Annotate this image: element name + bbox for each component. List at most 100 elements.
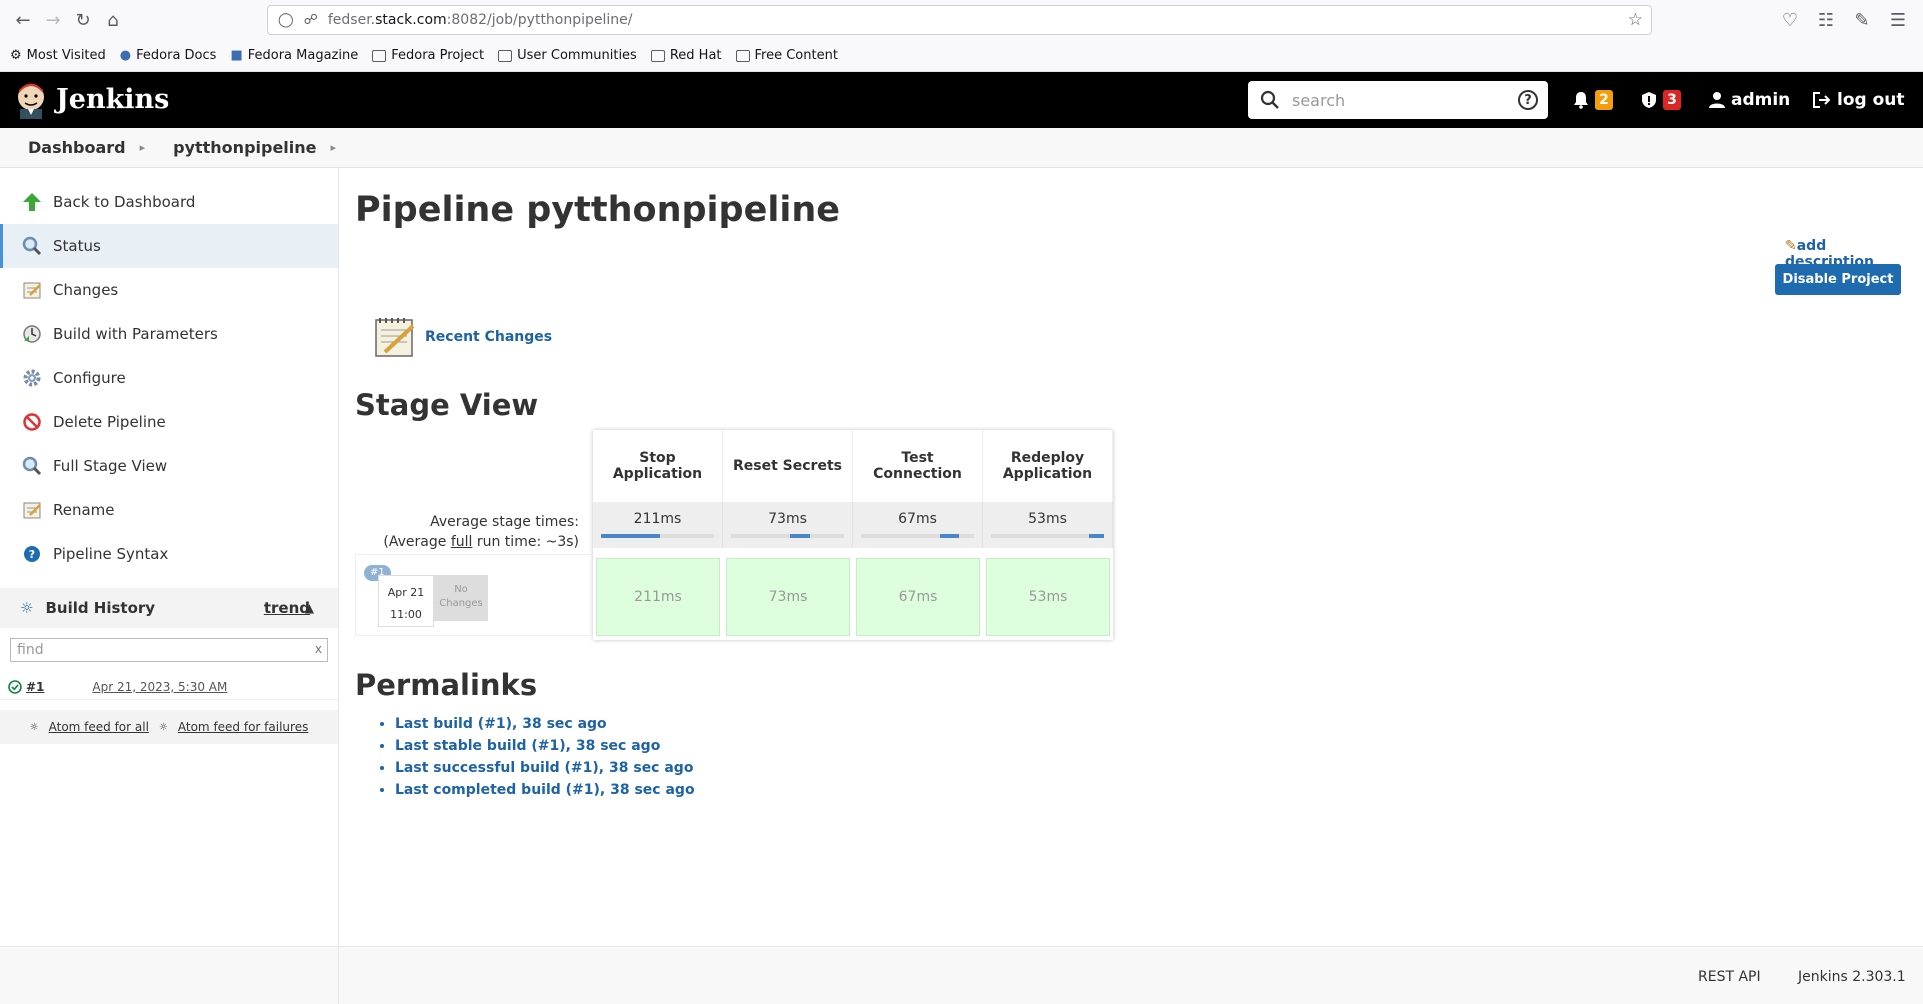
jenkins-header: Jenkins search ? 2 3 admin log out — [0, 72, 1923, 128]
recent-changes-link[interactable]: Recent Changes — [425, 329, 552, 345]
stage-progress-fill — [1089, 534, 1104, 538]
sidebar-item-configure[interactable]: Configure — [0, 356, 338, 400]
success-check-icon — [8, 679, 22, 694]
stage-run-cell[interactable]: 53ms — [986, 558, 1110, 636]
bookmark-fedora-magazine[interactable]: ■ Fedora Magazine — [230, 48, 358, 63]
url-host: stack.com — [375, 12, 447, 28]
average-stage-times-text: Average stage times: — [430, 514, 579, 530]
browser-toolbar: ← → ↻ ⌂ ◯ ☍ fedser. stack.com:8082/job/py… — [0, 0, 1923, 40]
trend-link[interactable]: trend — [264, 599, 310, 617]
clear-filter-button[interactable]: x — [315, 642, 322, 656]
library-icon[interactable]: ☷ — [1811, 5, 1841, 35]
sidebar-item-status[interactable]: Status — [0, 224, 338, 268]
sidebar-item-full-stage-view[interactable]: Full Stage View — [0, 444, 338, 488]
stage-column: Reset Secrets 73ms — [723, 430, 853, 548]
extensions-icon[interactable]: ✎ — [1847, 5, 1877, 35]
jenkins-version-link[interactable]: Jenkins 2.303.1 — [1798, 969, 1906, 985]
build-number-link[interactable]: #1 — [26, 680, 44, 694]
run-label[interactable]: #1 Apr 21 11:00 No Changes — [355, 554, 593, 636]
logout-icon — [1813, 92, 1831, 108]
app-title[interactable]: Jenkins — [56, 84, 169, 115]
stage-view-table: Average stage times: (Average full run t… — [355, 430, 1113, 640]
stage-column: Test Connection 67ms — [853, 430, 983, 548]
sidebar-item-pipeline-syntax[interactable]: ? Pipeline Syntax — [0, 532, 338, 576]
user-name: admin — [1731, 90, 1791, 110]
sidebar-item-label: Configure — [53, 369, 126, 387]
stage-average-time: 53ms — [1028, 511, 1067, 527]
chevron-up-icon[interactable]: ▲ — [305, 601, 314, 615]
bookmark-fedora-docs[interactable]: ● Fedora Docs — [120, 48, 217, 63]
permalink-item: Last stable build (#1), 38 sec ago — [395, 738, 695, 754]
search-input[interactable]: search ? — [1248, 81, 1548, 119]
security-button[interactable]: 3 — [1640, 90, 1681, 110]
disable-project-button[interactable]: Disable Project — [1775, 264, 1901, 295]
back-icon[interactable]: ← — [8, 5, 38, 35]
breadcrumb-dashboard[interactable]: Dashboard — [0, 138, 140, 157]
stage-run-cell[interactable]: 73ms — [726, 558, 850, 636]
stage-progress-fill — [789, 534, 811, 538]
bookmark-user-communities[interactable]: User Communities — [498, 48, 637, 63]
feed-all-link[interactable]: Atom feed for all — [49, 720, 149, 734]
folder-icon — [372, 49, 387, 62]
sidebar-item-rename[interactable]: Rename — [0, 488, 338, 532]
bookmark-red-hat[interactable]: Red Hat — [650, 48, 722, 63]
bookmark-label: Free Content — [754, 48, 838, 63]
address-bar[interactable]: ◯ ☍ fedser. stack.com:8082/job/pytthonpip… — [267, 5, 1652, 35]
recent-changes[interactable]: Recent Changes — [373, 314, 552, 360]
folder-icon — [650, 49, 665, 62]
stage-run-cell[interactable]: 211ms — [596, 558, 720, 636]
reload-icon[interactable]: ↻ — [68, 5, 98, 35]
bookmark-fedora-project[interactable]: Fedora Project — [372, 48, 484, 63]
permalink-last-completed-build[interactable]: Last completed build (#1), 38 sec ago — [395, 782, 695, 798]
atom-feeds: ☼ Atom feed for all ☼ Atom feed for fail… — [0, 710, 338, 744]
breadcrumb-job[interactable]: pytthonpipeline — [145, 138, 330, 157]
home-icon[interactable]: ⌂ — [98, 5, 128, 35]
help-icon: ? — [21, 543, 43, 565]
permalinks-list: Last build (#1), 38 sec ago Last stable … — [395, 716, 695, 804]
bookmark-most-visited[interactable]: ⚙ Most Visited — [10, 48, 106, 63]
stage-column: Redeploy Application 53ms — [983, 430, 1113, 548]
sidebar-item-delete-pipeline[interactable]: Delete Pipeline — [0, 400, 338, 444]
permalink-last-build[interactable]: Last build (#1), 38 sec ago — [395, 716, 607, 732]
chevron-right-icon[interactable]: ▸ — [331, 141, 337, 154]
footer-left — [0, 946, 339, 1004]
sidebar-item-label: Status — [53, 237, 101, 255]
sidebar: Back to Dashboard Status Changes Build w… — [0, 168, 339, 946]
sidebar-item-changes[interactable]: Changes — [0, 268, 338, 312]
notifications-button[interactable]: 2 — [1572, 90, 1613, 110]
fedora-icon: ● — [119, 48, 132, 63]
run-time: 11:00 — [390, 608, 422, 621]
sun-icon: ☼ — [20, 599, 34, 617]
bookmark-label: User Communities — [517, 48, 637, 63]
user-icon — [1709, 92, 1725, 108]
build-filter-input[interactable]: find x — [10, 638, 328, 662]
breadcrumb: Dashboard ▸ pytthonpipeline ▸ — [0, 128, 1923, 168]
user-menu[interactable]: admin — [1708, 90, 1790, 110]
permalink-last-stable-build[interactable]: Last stable build (#1), 38 sec ago — [395, 738, 660, 754]
menu-icon[interactable]: ☰ — [1883, 5, 1913, 35]
sidebar-item-label: Build with Parameters — [53, 325, 218, 343]
permalink-item: Last successful build (#1), 38 sec ago — [395, 760, 695, 776]
jenkins-logo-icon[interactable] — [14, 81, 48, 119]
permalink-last-successful-build[interactable]: Last successful build (#1), 38 sec ago — [395, 760, 693, 776]
forward-icon[interactable]: → — [38, 5, 68, 35]
sidebar-item-back-to-dashboard[interactable]: Back to Dashboard — [0, 180, 338, 224]
build-date-link[interactable]: Apr 21, 2023, 5:30 AM — [92, 680, 227, 694]
shield-alert-icon — [1642, 92, 1656, 108]
stage-run-cell[interactable]: 67ms — [856, 558, 980, 636]
shield-icon: ◯ — [278, 12, 294, 28]
sidebar-item-build-with-parameters[interactable]: Build with Parameters — [0, 312, 338, 356]
build-row[interactable]: #1 Apr 21, 2023, 5:30 AM — [0, 674, 338, 700]
feed-failures-link[interactable]: Atom feed for failures — [178, 720, 308, 734]
stage-average-cell: 211ms — [593, 502, 723, 548]
pocket-icon[interactable]: ♡ — [1775, 5, 1805, 35]
logout-button[interactable]: log out — [1812, 90, 1905, 110]
stage-header: Test Connection — [853, 430, 983, 502]
rest-api-link[interactable]: REST API — [1698, 969, 1761, 985]
magnifier-icon — [21, 235, 43, 257]
help-icon[interactable]: ? — [1518, 90, 1538, 110]
stage-progress-track — [991, 534, 1104, 538]
bookmark-free-content[interactable]: Free Content — [735, 48, 838, 63]
star-icon[interactable]: ☆ — [1628, 10, 1643, 30]
sidebar-item-label: Rename — [53, 501, 115, 519]
